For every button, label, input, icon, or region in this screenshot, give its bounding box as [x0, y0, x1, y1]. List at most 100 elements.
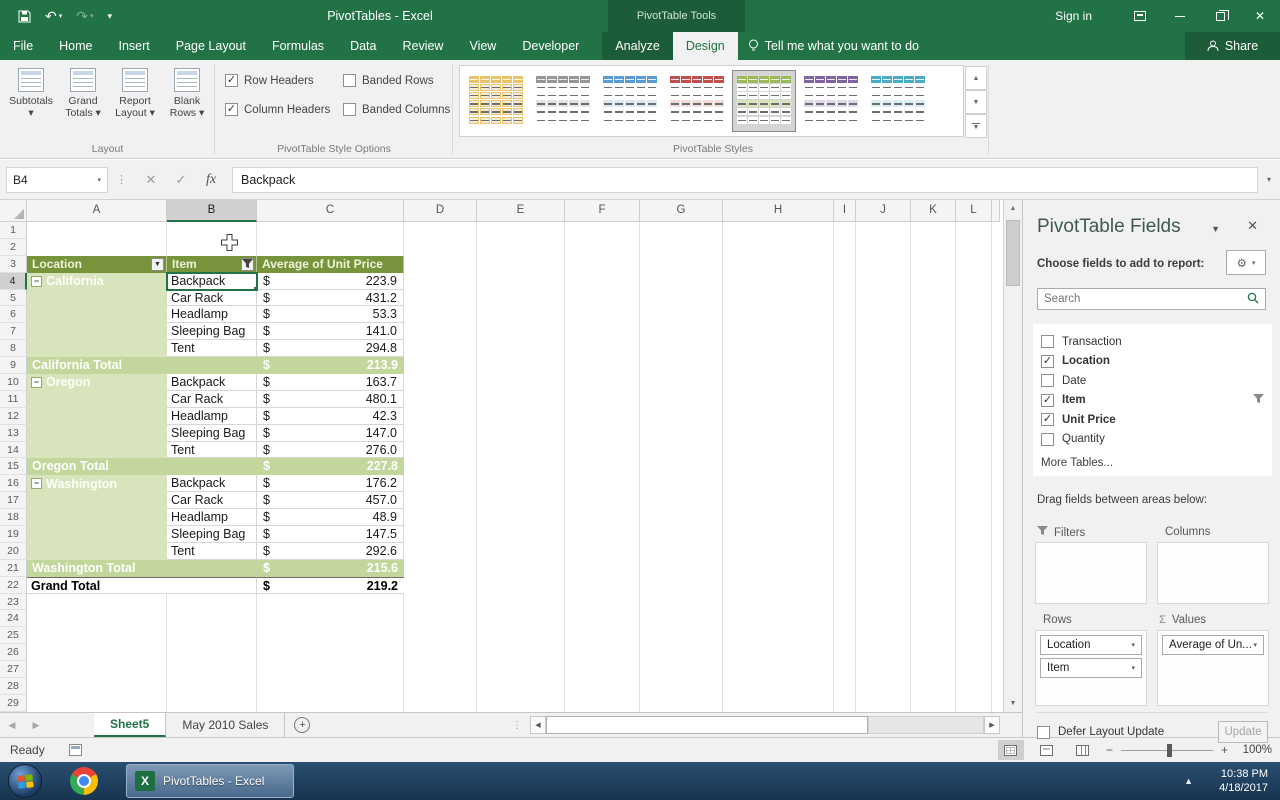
pivot-header-location[interactable]: Location ▼	[27, 255, 167, 273]
pane-close-icon[interactable]: ✕	[1247, 218, 1258, 234]
tab-home[interactable]: Home	[46, 32, 105, 60]
field-item-item[interactable]: ✓ Item	[1041, 391, 1264, 411]
pivot-value-cell[interactable]: $276.0	[257, 441, 404, 459]
row-header-27[interactable]: 27	[0, 661, 27, 679]
field-item-location[interactable]: ✓ Location	[1041, 352, 1264, 372]
item-filter-icon[interactable]	[241, 257, 254, 271]
collapse-icon[interactable]: −	[31, 376, 42, 388]
close-button[interactable]: ✕	[1240, 0, 1280, 32]
pivot-item-cell[interactable]: Tent	[167, 542, 257, 560]
tab-design[interactable]: Design	[672, 32, 738, 60]
tab-page-layout[interactable]: Page Layout	[163, 32, 259, 60]
pivot-subtotal-label[interactable]: Oregon Total	[27, 458, 257, 476]
formula-bar-splitter[interactable]: ⋮	[108, 173, 136, 186]
field-item-transaction[interactable]: Transaction	[1041, 332, 1264, 352]
pivot-item-cell[interactable]: Backpack	[167, 475, 257, 493]
pivot-style-teal[interactable]	[866, 70, 930, 132]
area-dropzone-filters[interactable]	[1035, 542, 1147, 604]
insert-function-icon[interactable]: fx	[196, 172, 226, 188]
field-item-unit-price[interactable]: ✓ Unit Price	[1041, 410, 1264, 430]
pivot-item-cell[interactable]: Car Rack	[167, 390, 257, 408]
tab-splitter[interactable]: ⋮	[512, 713, 522, 738]
option-banded-columns[interactable]: Banded Columns	[343, 103, 450, 116]
tab-file[interactable]: File	[0, 32, 46, 60]
tab-insert[interactable]: Insert	[106, 32, 163, 60]
chrome-icon[interactable]	[70, 767, 98, 795]
excel-taskbar-button[interactable]: X PivotTables - Excel	[126, 764, 294, 798]
row-header-25[interactable]: 25	[0, 627, 27, 645]
pivot-value-cell[interactable]: $147.0	[257, 424, 404, 442]
pivot-value-cell[interactable]: $457.0	[257, 492, 404, 510]
pivot-style-gray[interactable]	[531, 70, 595, 132]
page-break-view-button[interactable]	[1070, 740, 1096, 760]
record-macro-icon[interactable]	[68, 744, 82, 756]
pivot-location-cell[interactable]	[27, 306, 167, 324]
collapse-icon[interactable]: −	[31, 478, 42, 490]
clock[interactable]: 10:38 PM 4/18/2017	[1219, 767, 1268, 795]
area-field-location[interactable]: Location ▾	[1040, 635, 1142, 655]
normal-view-button[interactable]	[997, 740, 1024, 760]
column-header-H[interactable]: H	[723, 200, 834, 222]
scroll-up-icon[interactable]: ▲	[1004, 200, 1022, 217]
row-header-19[interactable]: 19	[0, 526, 27, 543]
area-field-item[interactable]: Item ▾	[1040, 658, 1142, 678]
pivot-location-cell[interactable]	[27, 509, 167, 527]
update-button[interactable]: Update	[1218, 721, 1268, 743]
row-header-20[interactable]: 20	[0, 542, 27, 560]
zoom-level[interactable]: 100%	[1238, 744, 1272, 756]
row-header-26[interactable]: 26	[0, 644, 27, 662]
pivot-item-cell[interactable]: Sleeping Bag	[167, 424, 257, 442]
horizontal-scroll-thumb[interactable]	[546, 716, 868, 734]
zoom-slider[interactable]	[1120, 743, 1213, 757]
pivot-item-cell[interactable]: Car Rack	[167, 492, 257, 510]
pivot-location-cell[interactable]	[27, 542, 167, 560]
horizontal-scrollbar[interactable]: ◀ ▶	[530, 716, 1000, 734]
row-header-24[interactable]: 24	[0, 610, 27, 628]
pivot-item-cell[interactable]: Car Rack	[167, 289, 257, 307]
row-header-7[interactable]: 7	[0, 323, 27, 341]
row-header-10[interactable]: 10	[0, 374, 27, 391]
sheet-tab-sheet5[interactable]: Sheet5	[94, 713, 167, 737]
zoom-slider-thumb[interactable]	[1166, 743, 1172, 757]
pivot-style-light-tan[interactable]	[464, 70, 528, 132]
search-input[interactable]	[1038, 293, 1241, 305]
column-header-F[interactable]: F	[565, 200, 640, 222]
subtotals-button[interactable]: Subtotals ▾	[6, 66, 56, 140]
blank-rows-button[interactable]: Blank Rows ▾	[162, 66, 212, 140]
pivot-value-cell[interactable]: $163.7	[257, 374, 404, 391]
row-header-16[interactable]: 16	[0, 475, 27, 493]
row-header-8[interactable]: 8	[0, 340, 27, 358]
expand-formula-bar-icon[interactable]: ▾	[1258, 175, 1280, 184]
area-dropzone-values[interactable]: Average of Un... ▾	[1157, 630, 1269, 706]
zoom-out-button[interactable]: −	[1106, 743, 1113, 757]
pivot-item-cell[interactable]: Headlamp	[167, 306, 257, 324]
pivot-style-green[interactable]	[732, 70, 796, 132]
pivot-item-cell[interactable]: Headlamp	[167, 509, 257, 527]
field-item-date[interactable]: Date	[1041, 371, 1264, 391]
pivot-style-purple[interactable]	[799, 70, 863, 132]
column-header-I[interactable]: I	[834, 200, 856, 222]
pivot-item-cell[interactable]: Headlamp	[167, 407, 257, 425]
column-header-G[interactable]: G	[640, 200, 723, 222]
scroll-down-icon[interactable]: ▼	[1004, 695, 1022, 712]
search-icon[interactable]	[1241, 292, 1265, 307]
selected-cell-B4[interactable]: Backpack	[166, 271, 258, 291]
pivot-value-cell[interactable]: $42.3	[257, 407, 404, 425]
pivot-subtotal-value[interactable]: $227.8	[257, 458, 404, 476]
enter-entry-icon[interactable]: ✓	[166, 172, 196, 188]
name-box[interactable]: B4 ▾	[6, 166, 108, 193]
pivot-value-cell[interactable]: $294.8	[257, 340, 404, 358]
row-header-5[interactable]: 5	[0, 289, 27, 307]
field-checkbox[interactable]	[1041, 432, 1054, 446]
area-dropzone-rows[interactable]: Location ▾ Item ▾	[1035, 630, 1147, 706]
gallery-more-button[interactable]: ▼	[965, 114, 987, 138]
pivot-location-cell[interactable]	[27, 424, 167, 442]
pivot-subtotal-label[interactable]: Washington Total	[27, 559, 257, 577]
page-layout-view-button[interactable]	[1034, 740, 1060, 760]
option-row-headers[interactable]: ✓ Row Headers	[225, 74, 343, 87]
sign-in-link[interactable]: Sign in	[1055, 9, 1092, 23]
sheet-prev-icon[interactable]: ◀	[0, 713, 24, 737]
share-button[interactable]: Share	[1185, 32, 1280, 60]
pivot-subtotal-value[interactable]: $215.6	[257, 559, 404, 577]
pivot-location-cell[interactable]: − Oregon	[27, 374, 167, 391]
